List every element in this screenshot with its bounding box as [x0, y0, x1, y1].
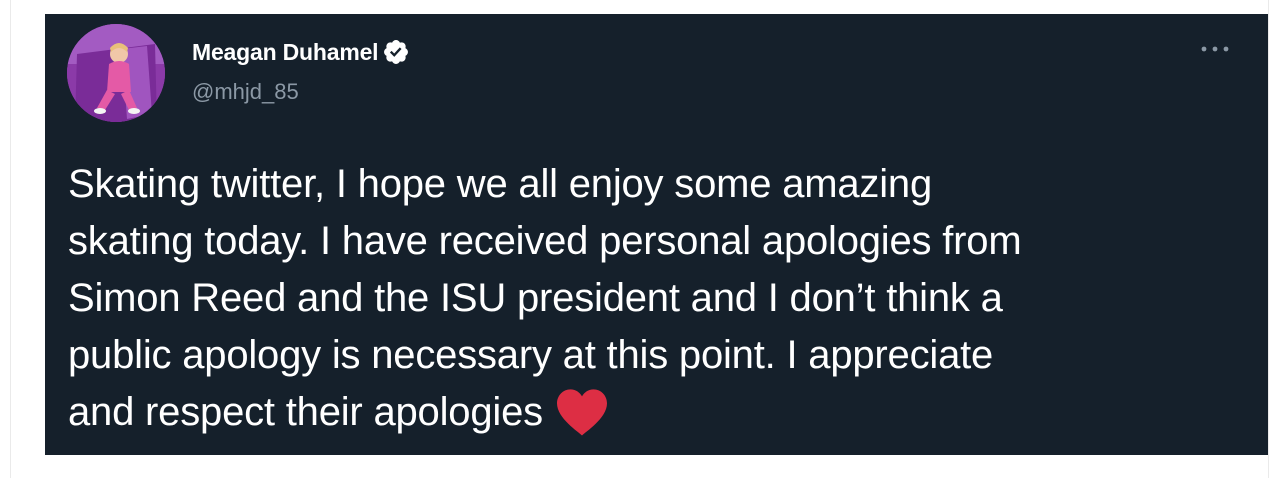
tweet-text-line-last: and respect their apologies: [68, 384, 1248, 441]
red-heart-icon: [553, 387, 611, 437]
author-name-text[interactable]: Meagan Duhamel: [192, 39, 379, 66]
page: Meagan Duhamel @mhjd_85 Skating twitter,…: [0, 0, 1280, 478]
avatar[interactable]: [67, 24, 165, 122]
avatar-image: [67, 24, 165, 122]
top-strip: [0, 0, 1280, 14]
left-gutter: [0, 0, 45, 478]
divider: [10, 0, 11, 478]
verified-badge-icon: [382, 38, 410, 66]
right-gutter: [1268, 0, 1280, 478]
more-options-icon: [1201, 46, 1229, 52]
tweet-text-line: Simon Reed and the ISU president and I d…: [68, 276, 1003, 320]
tweet-text-line: public apology is necessary at this poin…: [68, 333, 994, 377]
author-name[interactable]: Meagan Duhamel: [192, 38, 410, 66]
tweet-card[interactable]: Meagan Duhamel @mhjd_85 Skating twitter,…: [45, 14, 1268, 455]
bottom-strip: [45, 455, 1268, 478]
author-handle[interactable]: @mhjd_85: [192, 79, 299, 105]
tweet-text-line: skating today. I have received personal …: [68, 219, 1022, 263]
tweet-text: Skating twitter, I hope we all enjoy som…: [68, 156, 1248, 441]
tweet-text-line: Skating twitter, I hope we all enjoy som…: [68, 162, 932, 206]
more-options-button[interactable]: [1195, 36, 1235, 62]
tweet-text-line: and respect their apologies: [68, 390, 543, 434]
